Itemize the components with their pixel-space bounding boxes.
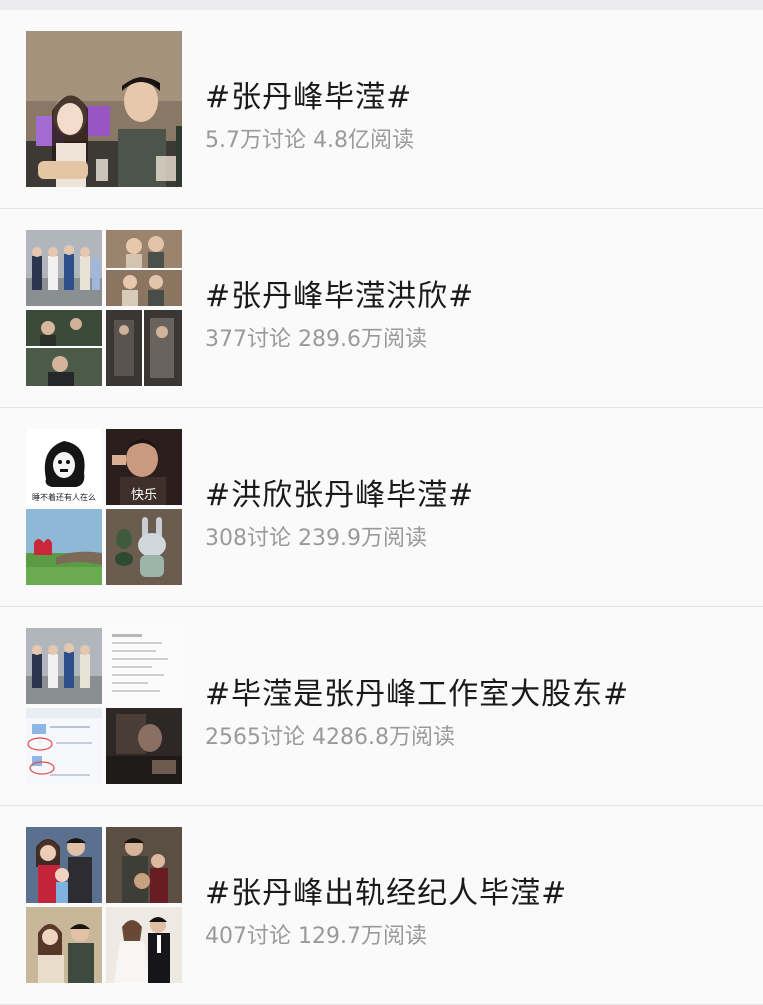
thumbnail-caption: 快乐	[131, 488, 157, 503]
thumbnail-image	[106, 509, 182, 585]
topic-stats: 377讨论 289.6万阅读	[205, 321, 427, 353]
topic-thumbnail	[26, 31, 182, 187]
discussion-count: 407讨论	[205, 924, 291, 949]
discussion-count: 5.7万讨论	[205, 128, 306, 153]
thumbnail-image	[26, 827, 102, 903]
topic-thumbnail-grid: 睡不着还有人在么 快乐	[26, 429, 182, 585]
discussion-count: 377讨论	[205, 327, 291, 352]
topic-stats: 407讨论 129.7万阅读	[205, 918, 427, 950]
topic-thumbnail-grid	[26, 230, 182, 386]
topic-title[interactable]: #张丹峰毕滢#	[205, 72, 412, 116]
topic-row[interactable]: #毕滢是张丹峰工作室大股东# 2565讨论 4286.8万阅读	[0, 607, 763, 806]
topic-list: #张丹峰毕滢# 5.7万讨论 4.8亿阅读 #张丹峰毕滢洪欣# 377讨论 28…	[0, 10, 763, 1005]
topic-title[interactable]: #洪欣张丹峰毕滢#	[205, 470, 474, 514]
discussion-count: 2565讨论	[205, 725, 305, 750]
thumbnail-image: 快乐	[106, 429, 182, 505]
thumbnail-image	[26, 509, 102, 585]
topic-row[interactable]: #张丹峰毕滢# 5.7万讨论 4.8亿阅读	[0, 10, 763, 209]
thumbnail-image	[106, 310, 182, 386]
topic-title[interactable]: #毕滢是张丹峰工作室大股东#	[205, 669, 629, 713]
read-count: 4286.8万阅读	[312, 725, 455, 750]
thumbnail-image	[26, 907, 102, 983]
topic-stats: 2565讨论 4286.8万阅读	[205, 719, 455, 751]
thumbnail-image	[26, 230, 102, 306]
topic-row[interactable]: #张丹峰出轨经纪人毕滢# 407讨论 129.7万阅读	[0, 806, 763, 1005]
thumbnail-image	[106, 827, 182, 903]
topic-row[interactable]: #张丹峰毕滢洪欣# 377讨论 289.6万阅读	[0, 209, 763, 408]
thumbnail-caption: 睡不着还有人在么	[32, 492, 96, 502]
topic-thumbnail-grid	[26, 628, 182, 784]
topic-thumbnail-grid	[26, 827, 182, 983]
topic-stats: 5.7万讨论 4.8亿阅读	[205, 122, 414, 154]
read-count: 4.8亿阅读	[313, 128, 414, 153]
top-bar	[0, 0, 763, 10]
discussion-count: 308讨论	[205, 526, 291, 551]
read-count: 129.7万阅读	[298, 924, 427, 949]
topic-stats: 308讨论 239.9万阅读	[205, 520, 427, 552]
topic-title[interactable]: #张丹峰毕滢洪欣#	[205, 271, 474, 315]
thumbnail-image	[106, 907, 182, 983]
thumbnail-image	[26, 628, 102, 704]
topic-title[interactable]: #张丹峰出轨经纪人毕滢#	[205, 868, 567, 912]
thumbnail-image	[106, 708, 182, 784]
thumbnail-image	[26, 310, 102, 386]
thumbnail-image	[106, 230, 182, 306]
thumbnail-image	[106, 628, 182, 704]
topic-row[interactable]: 睡不着还有人在么 快乐 #洪欣张丹峰毕滢# 308讨论 239.9万阅读	[0, 408, 763, 607]
thumbnail-image: 睡不着还有人在么	[26, 429, 102, 505]
thumbnail-image	[26, 708, 102, 784]
read-count: 239.9万阅读	[298, 526, 427, 551]
read-count: 289.6万阅读	[298, 327, 427, 352]
